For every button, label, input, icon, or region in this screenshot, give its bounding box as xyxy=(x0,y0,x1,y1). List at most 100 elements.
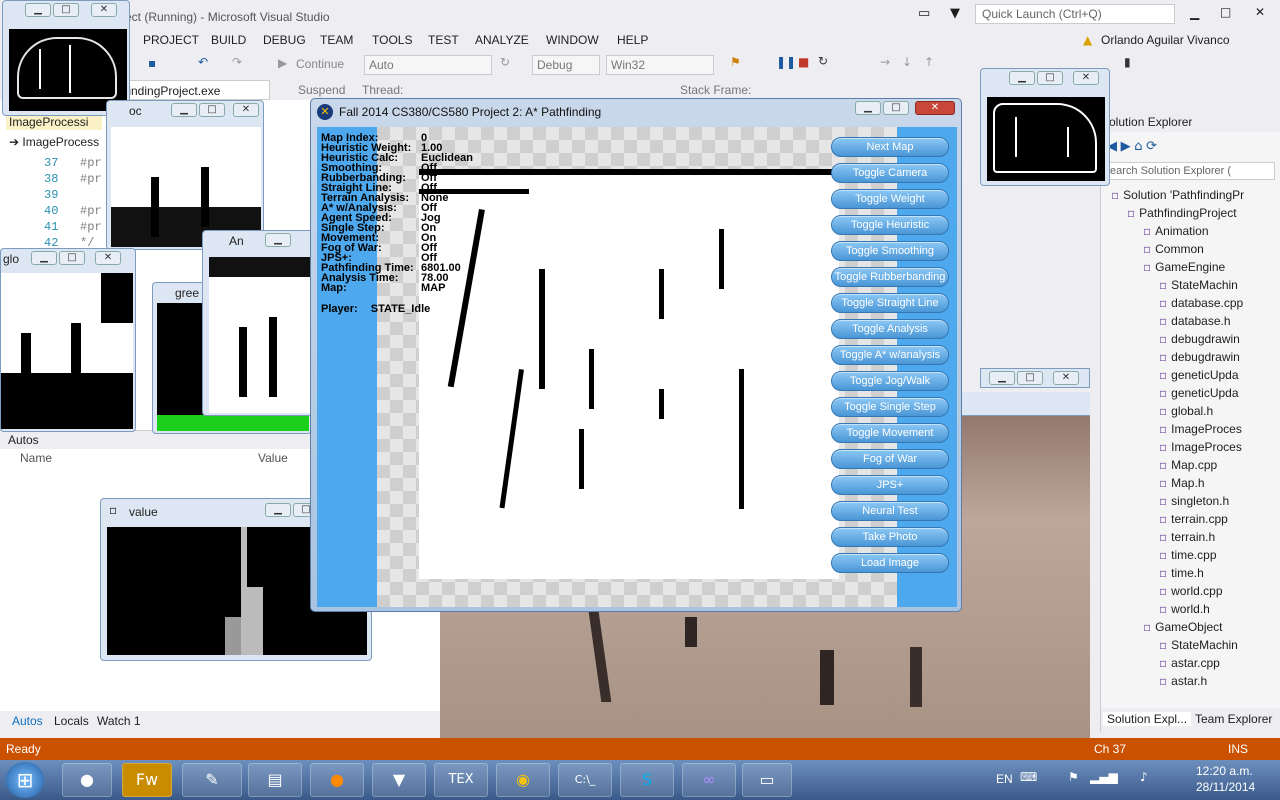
minimize-icon[interactable]: ▁ xyxy=(31,251,57,265)
close-icon[interactable]: ✕ xyxy=(1073,71,1099,85)
fireworks-icon[interactable]: Fw xyxy=(122,763,172,797)
menu-help[interactable]: HELP xyxy=(617,33,648,47)
tree-item[interactable]: ▫ ImageProces xyxy=(1159,422,1242,436)
tree-item[interactable]: ▫ time.cpp xyxy=(1159,548,1217,562)
tree-item[interactable]: ▫ debugdrawin xyxy=(1159,350,1240,364)
tree-item[interactable]: ▫ terrain.h xyxy=(1159,530,1215,544)
filter-icon[interactable]: ▼ xyxy=(950,6,960,21)
close-icon[interactable]: ✕ xyxy=(1255,5,1265,19)
restart-icon[interactable]: ↻ xyxy=(818,54,828,68)
map-board[interactable] xyxy=(377,127,897,607)
minimize-icon[interactable]: ▁ xyxy=(1190,6,1199,20)
minimize-icon[interactable]: ▁ xyxy=(25,3,51,17)
close-icon[interactable]: ✕ xyxy=(233,103,259,117)
maximize-icon[interactable]: □ xyxy=(53,3,79,17)
tree-item[interactable]: ▫ database.cpp xyxy=(1159,296,1243,310)
media-player-icon[interactable]: ● xyxy=(62,763,112,797)
tree-item[interactable]: ▫ Map.h xyxy=(1159,476,1205,490)
tree-item[interactable]: ▫ Solution 'PathfindingPr xyxy=(1111,188,1244,202)
tab-watch[interactable]: Watch 1 xyxy=(97,714,141,728)
col-name-header[interactable]: Name xyxy=(20,451,52,465)
process-combo[interactable]: findingProject.exe xyxy=(120,80,270,100)
tree-item[interactable]: ▫ Common xyxy=(1143,242,1204,256)
minimize-icon[interactable]: ▁ xyxy=(171,103,197,117)
start-button[interactable]: ⊞ xyxy=(6,762,44,798)
feedback-icon[interactable]: ▭ xyxy=(918,6,930,21)
clock-date[interactable]: 28/11/2014 xyxy=(1196,780,1255,794)
col-value-header[interactable]: Value xyxy=(258,451,288,465)
control-button-toggle-single-step[interactable]: Toggle Single Step xyxy=(831,397,949,417)
step-into-icon[interactable]: ↓ xyxy=(902,55,912,69)
step-over-icon[interactable]: → xyxy=(880,55,890,69)
tree-item[interactable]: ▫ Animation xyxy=(1143,224,1209,238)
refresh-icon[interactable]: ↻ xyxy=(500,55,510,69)
menu-test[interactable]: TEST xyxy=(428,33,459,47)
tab-team-explorer[interactable]: Team Explorer xyxy=(1195,712,1272,726)
maximize-icon[interactable]: □ xyxy=(883,101,909,115)
control-button-toggle-smoothing[interactable]: Toggle Smoothing xyxy=(831,241,949,261)
control-button-toggle-camera[interactable]: Toggle Camera xyxy=(831,163,949,183)
maximize-icon[interactable]: □ xyxy=(1037,71,1063,85)
menu-project[interactable]: PROJECT xyxy=(143,33,199,47)
cmd-icon[interactable]: C:\_ xyxy=(558,763,612,797)
menu-analyze[interactable]: ANALYZE xyxy=(475,33,529,47)
minimize-icon[interactable]: ▁ xyxy=(1009,71,1035,85)
maximize-icon[interactable]: □ xyxy=(1017,371,1043,385)
control-button-take-photo[interactable]: Take Photo xyxy=(831,527,949,547)
tree-item[interactable]: ▫ geneticUpda xyxy=(1159,386,1239,400)
control-button-toggle-movement[interactable]: Toggle Movement xyxy=(831,423,949,443)
suspend-button[interactable]: Suspend xyxy=(298,83,345,97)
step-out-icon[interactable]: ↑ xyxy=(924,55,934,69)
tree-item[interactable]: ▫ global.h xyxy=(1159,404,1213,418)
notes-icon[interactable]: ✎ xyxy=(182,763,242,797)
maximize-icon[interactable]: □ xyxy=(59,251,85,265)
tree-item[interactable]: ▫ debugdrawin xyxy=(1159,332,1240,346)
user-name[interactable]: Orlando Aguilar Vivanco xyxy=(1101,33,1230,47)
menu-tools[interactable]: TOOLS xyxy=(372,33,412,47)
file-combo[interactable]: ImageProcess xyxy=(22,135,99,149)
tree-item[interactable]: ▫ GameEngine xyxy=(1143,260,1225,274)
firefox-icon[interactable]: ● xyxy=(310,763,364,797)
close-icon[interactable]: ✕ xyxy=(1053,371,1079,385)
home-icon[interactable]: ⌂ xyxy=(1134,139,1142,154)
menu-team[interactable]: TEAM xyxy=(320,33,353,47)
sync-icon[interactable]: ⟳ xyxy=(1146,139,1157,154)
tree-item[interactable]: ▫ world.cpp xyxy=(1159,584,1223,598)
control-button-fog-of-war[interactable]: Fog of War xyxy=(831,449,949,469)
maximize-icon[interactable]: □ xyxy=(199,103,225,117)
control-button-jps[interactable]: JPS+ xyxy=(831,475,949,495)
save-icon[interactable]: ▪ xyxy=(148,56,156,70)
volume-icon[interactable]: ♪ xyxy=(1140,770,1148,784)
control-button-load-image[interactable]: Load Image xyxy=(831,553,949,573)
clock-time[interactable]: 12:20 a.m. xyxy=(1196,764,1253,778)
visual-studio-icon[interactable]: ∞ xyxy=(682,763,736,797)
minimize-icon[interactable]: ▁ xyxy=(989,371,1015,385)
redo-icon[interactable]: ↷ xyxy=(232,55,242,69)
pause-icon[interactable]: ❚❚ xyxy=(776,55,796,69)
control-button-toggle-rubberbanding[interactable]: Toggle Rubberbanding xyxy=(831,267,949,287)
tree-item[interactable]: ▫ astar.cpp xyxy=(1159,656,1220,670)
tree-item[interactable]: ▫ Map.cpp xyxy=(1159,458,1217,472)
control-button-toggle-analysis[interactable]: Toggle Analysis xyxy=(831,319,949,339)
chrome-icon[interactable]: ◉ xyxy=(496,763,550,797)
tree-item[interactable]: ▫ singleton.h xyxy=(1159,494,1229,508)
close-icon[interactable]: ✕ xyxy=(91,3,117,17)
config-combo[interactable]: Auto xyxy=(364,55,492,75)
tab-locals[interactable]: Locals xyxy=(54,714,89,728)
tree-item[interactable]: ▫ StateMachin xyxy=(1159,278,1238,292)
platform-combo[interactable]: Win32 xyxy=(606,55,714,75)
menu-build[interactable]: BUILD xyxy=(211,33,246,47)
tree-item[interactable]: ▫ astar.h xyxy=(1159,674,1207,688)
tree-item[interactable]: ▫ PathfindingProject xyxy=(1127,206,1237,220)
menu-window[interactable]: WINDOW xyxy=(546,33,599,47)
editor-tab[interactable]: ImageProcessi xyxy=(6,114,102,130)
close-icon[interactable]: ✕ xyxy=(95,251,121,265)
tree-item[interactable]: ▫ terrain.cpp xyxy=(1159,512,1228,526)
tree-item[interactable]: ▫ geneticUpda xyxy=(1159,368,1239,382)
attach-icon[interactable]: ⚑ xyxy=(730,55,741,69)
minimize-icon[interactable]: ▁ xyxy=(265,503,291,517)
bookmark-icon[interactable]: ▮ xyxy=(1124,55,1131,69)
window-icon[interactable]: ▭ xyxy=(742,763,792,797)
tree-item[interactable]: ▫ ImageProces xyxy=(1159,440,1242,454)
stop-icon[interactable]: ■ xyxy=(798,55,809,69)
